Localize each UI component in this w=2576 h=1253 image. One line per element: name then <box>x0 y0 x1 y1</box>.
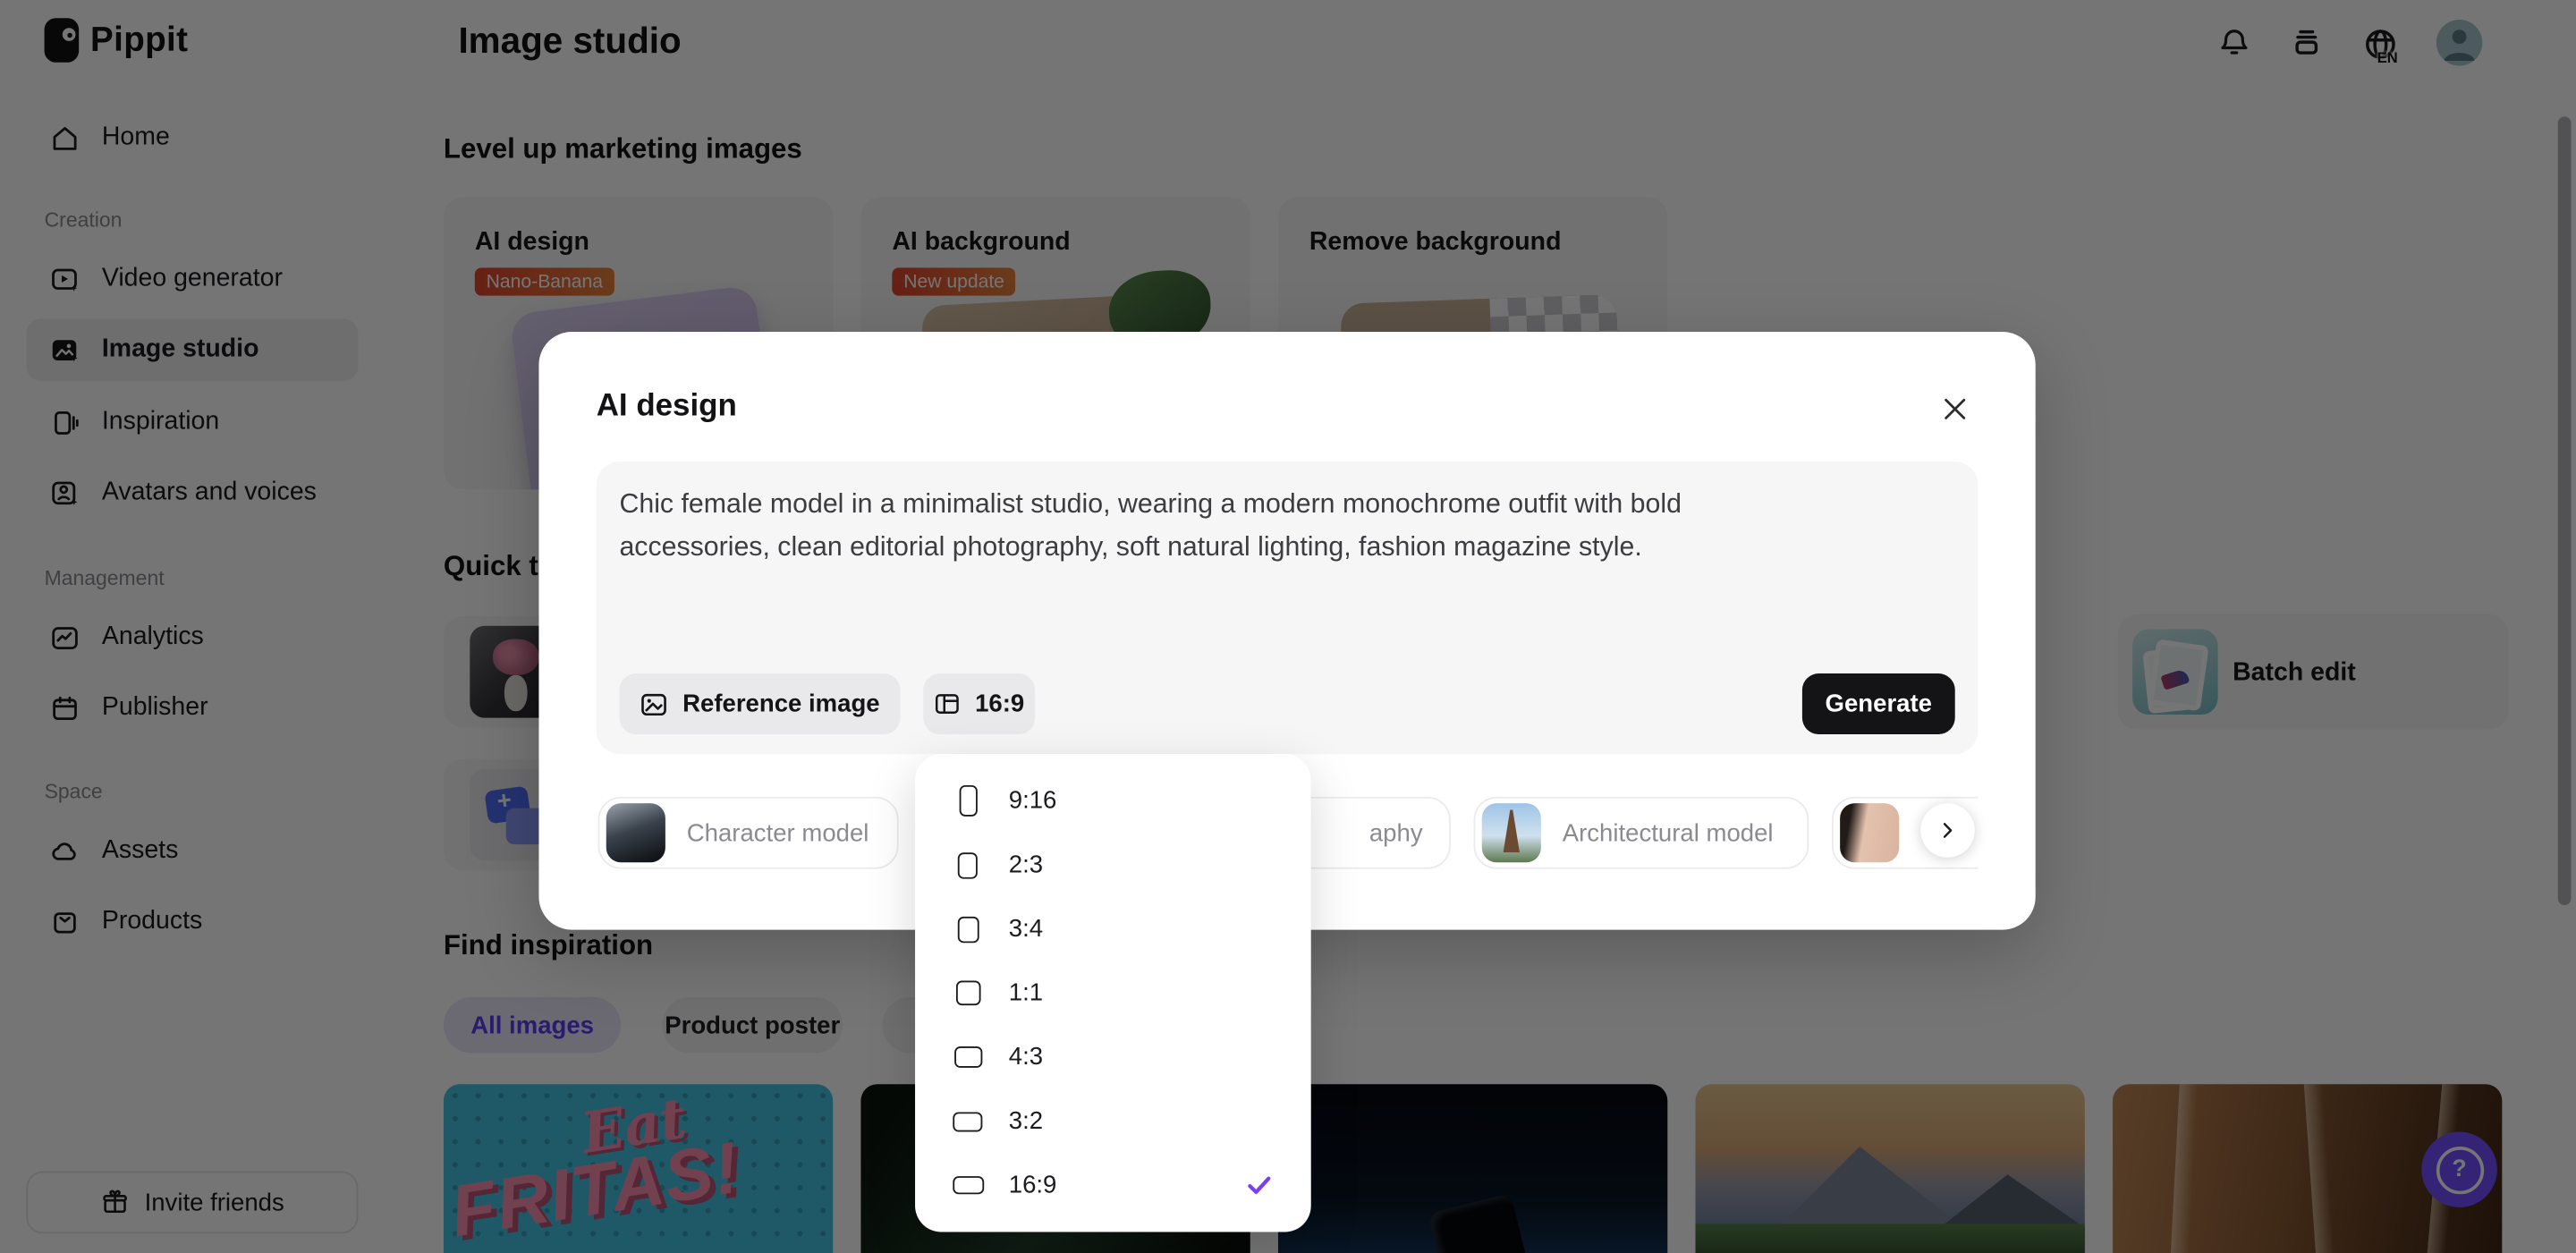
ratio-2-3-icon <box>951 851 984 877</box>
ratio-option-16-9[interactable]: 16:9 <box>915 1153 1311 1217</box>
ratio-option-label: 1:1 <box>1009 979 1043 1007</box>
ratio-option-label: 3:4 <box>1009 915 1043 943</box>
ratio-16-9-icon <box>951 1176 984 1194</box>
ratio-option-3-4[interactable]: 3:4 <box>915 897 1311 961</box>
chip-thumbnail <box>1482 803 1541 862</box>
ratio-option-2-3[interactable]: 2:3 <box>915 833 1311 897</box>
chip-label: aphy <box>1369 819 1423 847</box>
ratio-option-label: 3:2 <box>1009 1107 1043 1135</box>
ratio-option-label: 2:3 <box>1009 851 1043 878</box>
close-icon[interactable] <box>1938 393 1971 426</box>
ratio-3-2-icon <box>951 1112 984 1131</box>
ratio-1-1-icon <box>951 981 984 1006</box>
ratio-3-4-icon <box>951 916 984 942</box>
chip-architectural-model[interactable]: Architectural model <box>1474 797 1809 869</box>
ratio-option-label: 4:3 <box>1009 1043 1043 1071</box>
selected-check-icon <box>1243 1170 1275 1201</box>
ratio-option-3-2[interactable]: 3:2 <box>915 1089 1311 1154</box>
chip-character-model[interactable]: Character model <box>598 797 899 869</box>
ratio-option-4-3[interactable]: 4:3 <box>915 1025 1311 1089</box>
reference-image-button[interactable]: Reference image <box>619 673 900 734</box>
chip-thumbnail <box>1840 803 1899 862</box>
aspect-ratio-button[interactable]: 16:9 <box>923 673 1035 734</box>
ratio-option-label: 9:16 <box>1009 787 1057 815</box>
image-icon <box>640 690 669 719</box>
aspect-ratio-dropdown: 9:16 2:3 3:4 1:1 4:3 3:2 16:9 <box>915 754 1311 1232</box>
ratio-4-3-icon <box>951 1046 984 1068</box>
ratio-option-label: 16:9 <box>1009 1172 1057 1199</box>
ratio-9-16-icon <box>951 785 984 817</box>
app-window: Pippit Home Creation Video generator Ima… <box>0 0 2576 1253</box>
ratio-option-1-1[interactable]: 1:1 <box>915 961 1311 1025</box>
chip-label: Character model <box>687 819 869 847</box>
prompt-text: Chic female model in a minimalist studio… <box>619 483 1801 569</box>
reference-image-label: Reference image <box>682 690 880 717</box>
generate-button[interactable]: Generate <box>1802 673 1955 734</box>
aspect-ratio-value: 16:9 <box>975 690 1024 717</box>
ratio-option-9-16[interactable]: 9:16 <box>915 769 1311 834</box>
modal-title: AI design <box>597 389 737 425</box>
chip-label: Architectural model <box>1563 819 1774 847</box>
prompt-textarea[interactable]: Chic female model in a minimalist studio… <box>597 461 1979 754</box>
generate-label: Generate <box>1826 690 1932 717</box>
aspect-ratio-icon <box>934 690 962 717</box>
chips-scroll-right-button[interactable] <box>1920 803 1975 858</box>
chip-thumbnail <box>606 803 665 862</box>
